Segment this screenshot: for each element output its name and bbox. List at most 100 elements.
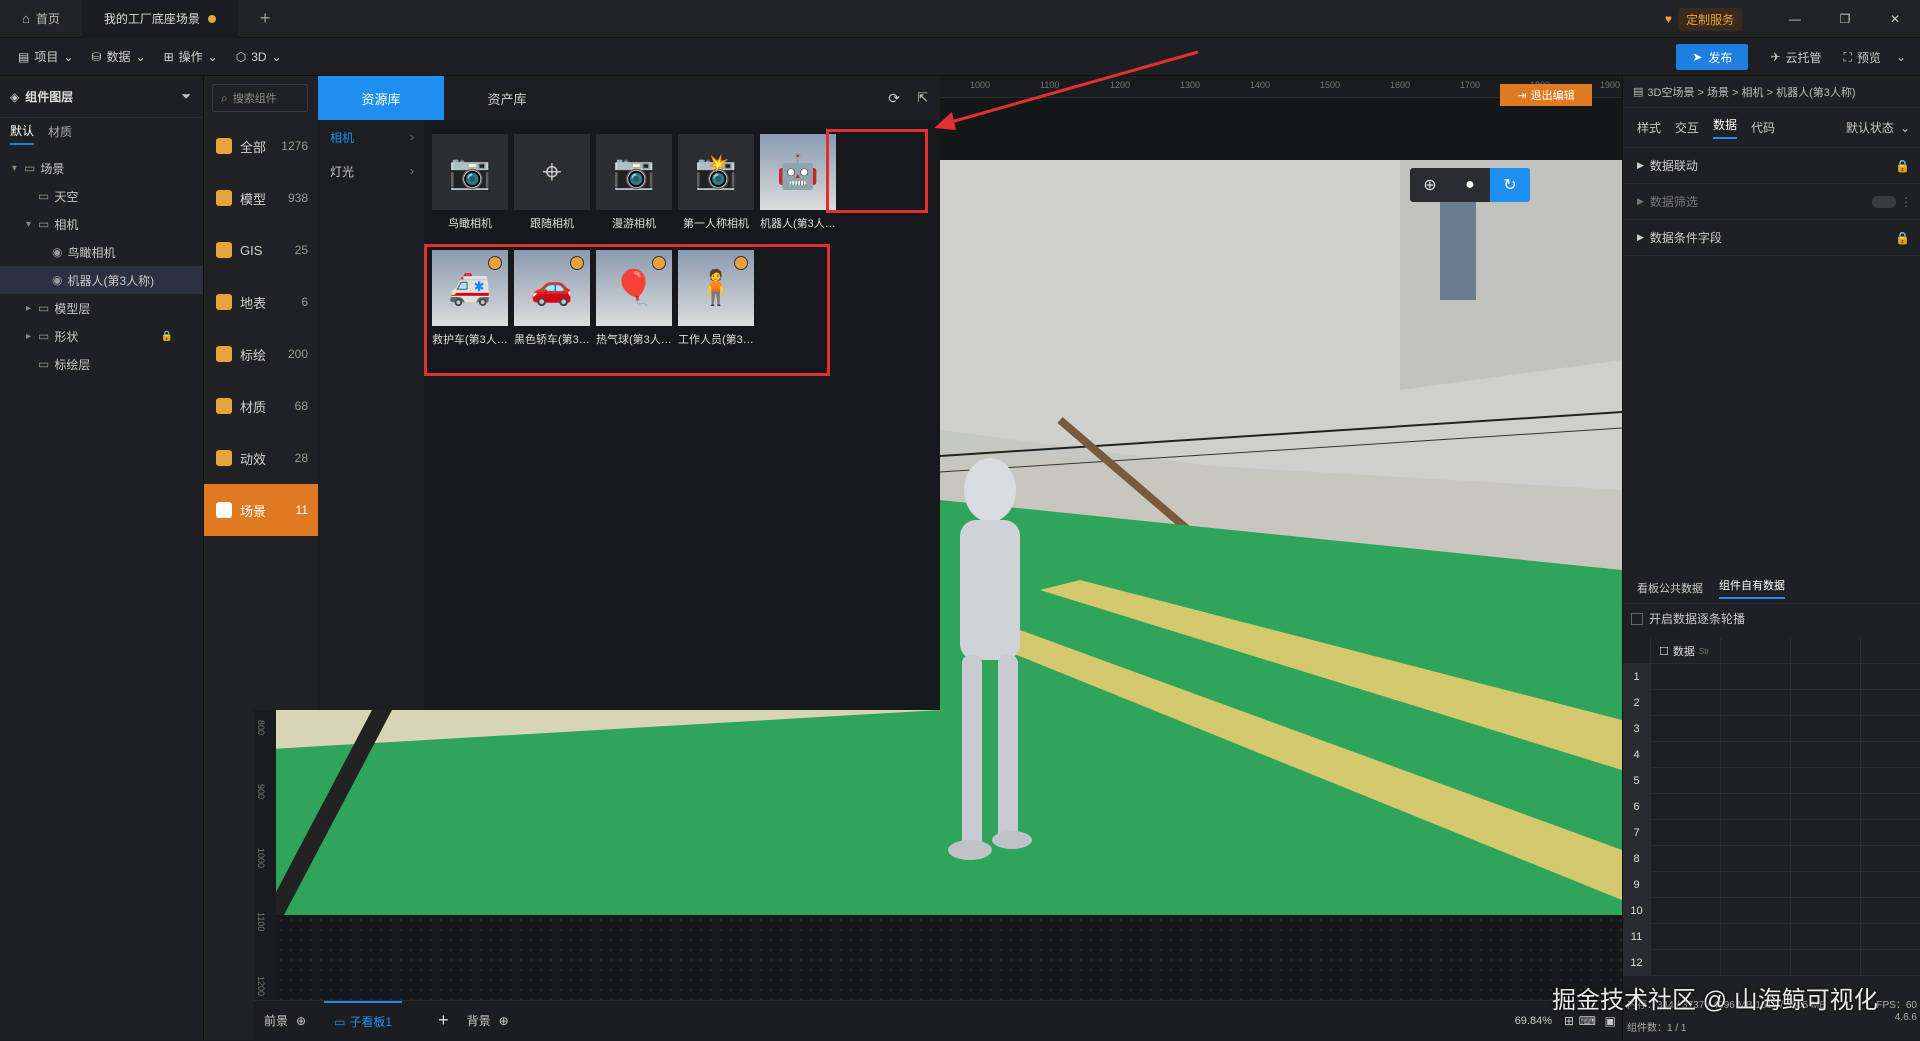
open-external-icon[interactable]: ⇱ — [917, 90, 928, 106]
asset-card[interactable]: ⌖ 跟随相机 — [514, 134, 590, 246]
table-row[interactable]: 9 — [1623, 872, 1920, 898]
rotate-icon[interactable]: ↻ — [1490, 168, 1530, 202]
tree-arrow-icon[interactable]: ▾ — [12, 163, 24, 174]
grid-cell[interactable] — [1791, 794, 1861, 820]
checkbox-icon[interactable]: ☐ — [1659, 645, 1669, 658]
menu-operation[interactable]: ⊞ 操作 ⌄ — [164, 48, 218, 65]
publish-button[interactable]: ➤ 发布 — [1676, 44, 1749, 70]
foreground-tab[interactable]: 前景 — [264, 1012, 288, 1029]
grid-cell[interactable] — [1651, 950, 1721, 976]
grid-cell[interactable] — [1861, 742, 1920, 768]
category-item[interactable]: 场景 11 — [204, 484, 318, 536]
scene-canvas[interactable] — [940, 160, 1622, 992]
category-item[interactable]: 模型 938 — [204, 172, 318, 224]
tab-interaction[interactable]: 交互 — [1675, 119, 1699, 136]
grid-cell[interactable] — [1721, 820, 1791, 846]
grid-cell[interactable] — [1861, 950, 1920, 976]
custom-service-button[interactable]: 定制服务 — [1677, 7, 1742, 31]
grid-cell[interactable] — [1651, 768, 1721, 794]
grid-cell[interactable] — [1791, 872, 1861, 898]
grid-cell[interactable] — [1651, 690, 1721, 716]
viewport-lower-left[interactable] — [254, 710, 940, 915]
grid-cell[interactable] — [1721, 690, 1791, 716]
grid-cell[interactable] — [1721, 898, 1791, 924]
keyboard-icon[interactable]: ⌨ — [1579, 1014, 1596, 1028]
subcat-camera[interactable]: 相机 › — [318, 120, 424, 154]
tab-component-data[interactable]: 组件自有数据 — [1719, 577, 1785, 599]
asset-card[interactable]: 🤖 机器人(第3人称) — [760, 134, 836, 246]
grid-cell[interactable] — [1651, 664, 1721, 690]
scene-viewport[interactable]: 1000110012001300140015001600170018001900… — [940, 76, 1622, 996]
state-select[interactable]: 默认状态 ⌄ — [1846, 119, 1910, 136]
search-box[interactable]: ⌕ 搜索组件 — [212, 84, 308, 112]
window-close-button[interactable]: ✕ — [1870, 12, 1920, 26]
tab-code[interactable]: 代码 — [1751, 119, 1775, 136]
table-row[interactable]: 5 — [1623, 768, 1920, 794]
lock-icon[interactable]: 🔒 — [161, 331, 173, 342]
layer-tree-item[interactable]: ▭ 天空 — [0, 182, 203, 210]
grid-cell[interactable] — [1651, 820, 1721, 846]
grid-cell[interactable] — [1651, 716, 1721, 742]
data-grid[interactable]: ☐ 数据 Str 1 2 3 4 5 6 7 8 9 10 11 12 — [1623, 638, 1920, 976]
layer-tree-item[interactable]: ▸ ▭ 形状 🔒 — [0, 322, 203, 350]
filter-icon[interactable]: ⏷ — [181, 89, 191, 104]
section-data-filter[interactable]: ▶ 数据筛选 ⋮ — [1623, 184, 1920, 220]
grid-cell[interactable] — [1721, 846, 1791, 872]
fit-screen-icon[interactable]: ⊞ — [1564, 1014, 1574, 1028]
section-data-condition[interactable]: ▶ 数据条件字段 🔒 — [1623, 220, 1920, 256]
tab-resource-library[interactable]: 资源库 — [318, 76, 444, 120]
grid-cell[interactable] — [1861, 898, 1920, 924]
grid-cell[interactable] — [1721, 716, 1791, 742]
tab-style[interactable]: 样式 — [1637, 119, 1661, 136]
menu-data[interactable]: ⛁ 数据 ⌄ — [91, 48, 145, 65]
sub-board-tab[interactable]: ▭ 子看板1 — [324, 1000, 403, 1041]
grid-cell[interactable] — [1721, 872, 1791, 898]
grid-cell[interactable] — [1651, 794, 1721, 820]
grid-cell[interactable] — [1721, 768, 1791, 794]
add-tab-button[interactable]: + — [238, 0, 293, 38]
grid-cell[interactable] — [1651, 924, 1721, 950]
grid-cell[interactable] — [1861, 768, 1920, 794]
grid-cell[interactable] — [1791, 820, 1861, 846]
lock-icon[interactable]: 🔒 — [1895, 231, 1910, 245]
grid-cell[interactable] — [1721, 664, 1791, 690]
background-tab[interactable]: 背景 — [467, 1012, 491, 1029]
grid-cell[interactable] — [1791, 664, 1861, 690]
subcat-light[interactable]: 灯光 › — [318, 154, 424, 188]
grid-cell[interactable] — [1791, 742, 1861, 768]
tab-asset-library[interactable]: 资产库 — [444, 76, 570, 120]
category-item[interactable]: 全部 1276 — [204, 120, 318, 172]
exit-edit-button[interactable]: ⇥ 退出编辑 — [1500, 84, 1592, 106]
preview-button[interactable]: ⛶ 预览 ⌄ — [1844, 49, 1906, 66]
table-row[interactable]: 6 — [1623, 794, 1920, 820]
grid-cell[interactable] — [1791, 846, 1861, 872]
grid-cell[interactable] — [1721, 924, 1791, 950]
grid-cell[interactable] — [1791, 716, 1861, 742]
add-board-button[interactable]: + — [438, 1010, 449, 1031]
grid-cell[interactable] — [1651, 742, 1721, 768]
table-row[interactable]: 8 — [1623, 846, 1920, 872]
grid-cell[interactable] — [1861, 820, 1920, 846]
table-row[interactable]: 10 — [1623, 898, 1920, 924]
grid-cell[interactable] — [1861, 924, 1920, 950]
grid-cell[interactable] — [1721, 950, 1791, 976]
table-row[interactable]: 11 — [1623, 924, 1920, 950]
add-circle-icon[interactable]: ⊕ — [296, 1014, 306, 1028]
table-row[interactable]: 7 — [1623, 820, 1920, 846]
asset-card[interactable]: 📷 鸟瞰相机 — [432, 134, 508, 246]
tree-arrow-icon[interactable]: ▸ — [26, 331, 38, 342]
zoom-level[interactable]: 69.84% — [1515, 1015, 1552, 1027]
grid-cell[interactable] — [1861, 794, 1920, 820]
layer-tree-item[interactable]: ◉ 鸟瞰相机 — [0, 238, 203, 266]
tab-board-public-data[interactable]: 看板公共数据 — [1637, 580, 1703, 596]
grid-cell[interactable] — [1791, 690, 1861, 716]
tab-material[interactable]: 材质 — [48, 123, 72, 144]
table-row[interactable]: 4 — [1623, 742, 1920, 768]
grid-cell[interactable] — [1721, 742, 1791, 768]
category-item[interactable]: 动效 28 — [204, 432, 318, 484]
more-vert-icon[interactable]: ⋮ — [1900, 195, 1912, 209]
tab-default[interactable]: 默认 — [10, 122, 35, 145]
section-data-link[interactable]: ▶ 数据联动 🔒 — [1623, 148, 1920, 184]
grid-cell[interactable] — [1861, 872, 1920, 898]
window-minimize-button[interactable]: — — [1770, 12, 1820, 26]
